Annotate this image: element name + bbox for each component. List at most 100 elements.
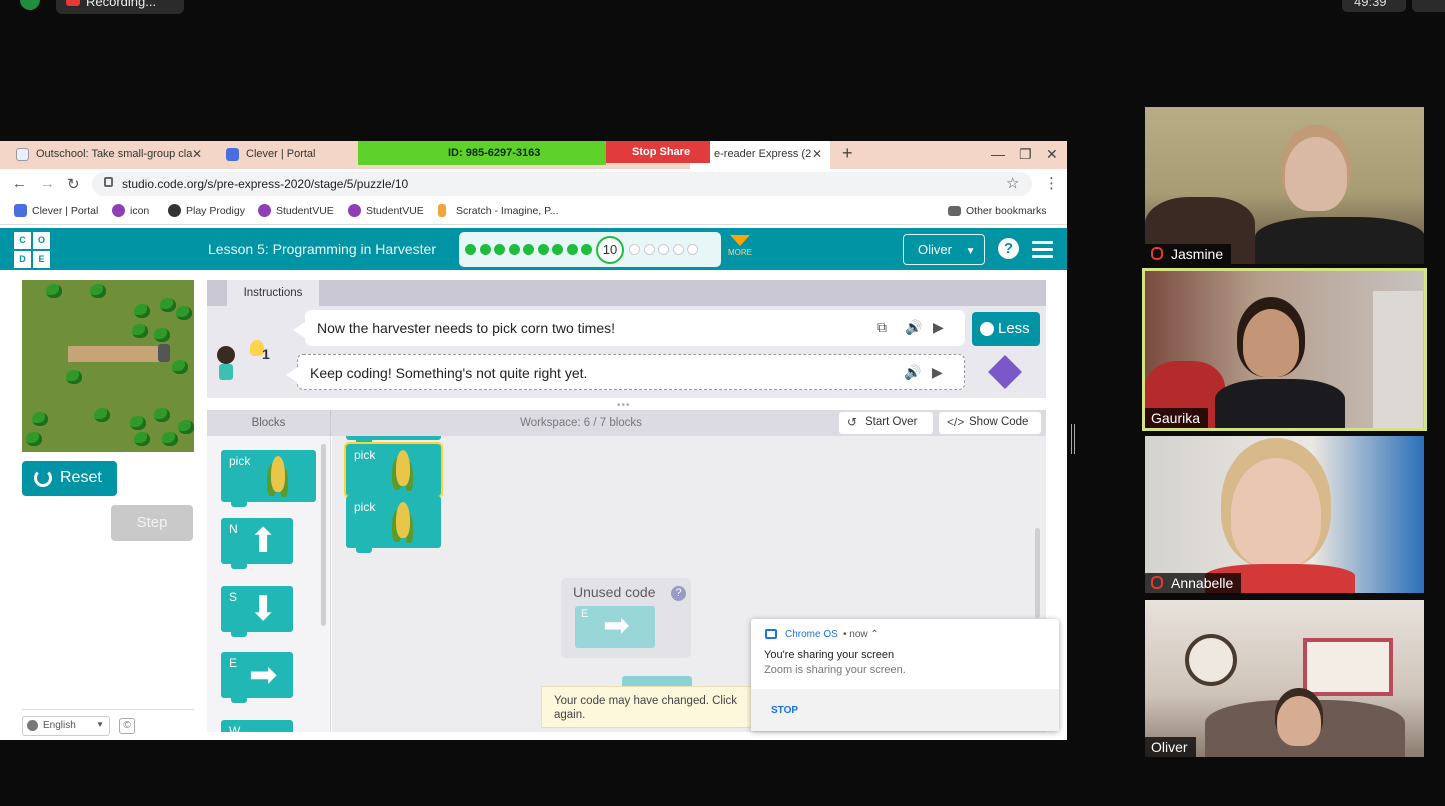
new-tab-button[interactable]: + <box>842 143 853 164</box>
maximize-icon[interactable]: ❐ <box>1019 146 1032 163</box>
dirt-path <box>68 346 164 362</box>
url-field[interactable]: studio.code.org/s/pre-express-2020/stage… <box>92 172 1032 196</box>
tree-icon <box>154 328 170 342</box>
stop-sharing-button[interactable]: STOP <box>771 705 798 716</box>
user-name: Oliver <box>918 242 952 257</box>
bookmark-clever[interactable]: Clever | Portal <box>14 204 98 217</box>
browser-menu-icon[interactable]: ⋮ <box>1044 174 1059 192</box>
remaining-puzzle-dot[interactable] <box>629 244 640 255</box>
toolbox-east-block[interactable]: E ➡ <box>221 652 293 703</box>
notification-title: You're sharing your screen <box>764 649 895 661</box>
harvester-game-map <box>22 280 194 452</box>
user-menu-dropdown[interactable]: Oliver ▼ <box>903 234 985 265</box>
workspace-scrollbar[interactable] <box>1035 528 1040 618</box>
speaker-icon[interactable]: 🔊 <box>905 319 922 336</box>
forward-icon[interactable]: → <box>40 175 55 192</box>
completed-puzzle-dot[interactable] <box>508 244 520 255</box>
play-icon[interactable]: ▶ <box>933 319 944 336</box>
close-tab-icon[interactable]: ✕ <box>192 147 202 161</box>
tab-code-org[interactable]: e-reader Express (2 ✕ <box>690 141 830 169</box>
completed-puzzle-dot[interactable] <box>465 244 476 255</box>
recording-indicator[interactable]: Recording... <box>56 0 184 14</box>
step-button[interactable]: Step <box>111 505 193 541</box>
video-tile-oliver[interactable]: Oliver <box>1145 600 1424 757</box>
program-pick-block[interactable]: pick <box>344 442 443 501</box>
less-button[interactable]: Less <box>972 312 1040 346</box>
hamburger-menu-icon[interactable] <box>1032 241 1053 262</box>
studentvue-icon <box>258 204 271 217</box>
close-tab-icon[interactable]: ✕ <box>812 147 822 161</box>
bookmark-icon[interactable]: icon <box>112 204 149 217</box>
more-button[interactable]: MORE <box>726 235 754 257</box>
instruction-text: Now the harvester needs to pick corn two… <box>317 320 616 336</box>
start-over-button[interactable]: ↺ Start Over <box>839 412 933 434</box>
toolbox-scrollbar[interactable] <box>321 444 326 626</box>
completed-puzzle-dot[interactable] <box>552 244 563 255</box>
tab-clever[interactable]: Clever | Portal <box>210 141 360 169</box>
block-label: pick <box>229 454 251 468</box>
code-org-logo[interactable]: C O D E <box>14 232 50 268</box>
harvester-character-icon <box>158 344 170 362</box>
view-toggle[interactable] <box>1412 0 1445 12</box>
minimize-icon[interactable]: — <box>991 146 1005 162</box>
scroll-diamond-icon[interactable] <box>988 355 1022 389</box>
play-icon[interactable]: ▶ <box>932 364 943 381</box>
toolbox-north-block[interactable]: N ⬆ <box>221 518 293 569</box>
translate-icon[interactable]: ⧉ <box>877 319 887 336</box>
logo-letter: C <box>14 232 31 249</box>
panel-resize-handle[interactable] <box>1071 424 1075 454</box>
help-icon[interactable]: ? <box>671 586 686 601</box>
video-tile-gaurika[interactable]: Gaurika <box>1142 268 1427 431</box>
help-icon[interactable]: ? <box>998 238 1019 259</box>
tree-icon <box>46 284 62 298</box>
back-icon[interactable]: ← <box>12 175 27 192</box>
meeting-id-bar[interactable]: ID: 985-6297-3163 <box>358 141 606 165</box>
completed-puzzle-dot[interactable] <box>566 244 578 255</box>
copyright-icon[interactable]: © <box>119 718 135 734</box>
notification-time[interactable]: • now ⌃ <box>843 629 879 640</box>
bookmark-prodigy[interactable]: Play Prodigy <box>168 204 245 217</box>
bookmark-studentvue-1[interactable]: StudentVUE <box>258 204 334 217</box>
footer-divider <box>22 709 194 710</box>
reset-button[interactable]: Reset <box>22 461 117 496</box>
code-icon: </> <box>947 415 965 429</box>
tree-icon <box>160 298 176 312</box>
bookmark-label: Play Prodigy <box>186 205 245 217</box>
remaining-puzzle-dot[interactable] <box>672 244 684 255</box>
current-puzzle-bubble[interactable]: 10 <box>596 236 624 264</box>
toolbox-south-block[interactable]: S ⬇ <box>221 586 293 637</box>
completed-puzzle-dot[interactable] <box>479 244 491 255</box>
stop-share-button[interactable]: Stop Share <box>606 141 710 163</box>
arrow-up-icon: ⬆ <box>249 522 278 560</box>
bookmark-studentvue-2[interactable]: StudentVUE <box>348 204 424 217</box>
bookmark-star-icon[interactable]: ☆ <box>1006 174 1019 192</box>
tab-instructions[interactable]: Instructions <box>227 280 319 306</box>
remaining-puzzle-dot[interactable] <box>687 244 698 255</box>
completed-puzzle-dot[interactable] <box>523 244 534 255</box>
toolbox-west-block[interactable]: W ⬅ <box>221 720 293 732</box>
unused-east-block[interactable]: E ➡ <box>575 606 655 648</box>
video-tile-jasmine[interactable]: Jasmine <box>1145 107 1424 264</box>
video-tile-annabelle[interactable]: Annabelle <box>1145 436 1424 593</box>
completed-puzzle-dot[interactable] <box>494 244 505 255</box>
other-bookmarks-folder[interactable]: Other bookmarks <box>948 205 1047 217</box>
bookmark-scratch[interactable]: Scratch - Imagine, P... <box>438 204 559 217</box>
show-code-button[interactable]: </> Show Code <box>939 412 1041 434</box>
remaining-puzzle-dot[interactable] <box>658 244 669 255</box>
close-window-icon[interactable]: ✕ <box>1046 146 1058 163</box>
toolbox-pick-block[interactable]: pick <box>221 450 316 507</box>
completed-puzzle-dot[interactable] <box>581 244 592 255</box>
unused-code-group[interactable]: Unused code ? E ➡ <box>561 578 691 658</box>
tab-outschool[interactable]: Outschool: Take small-group cla ✕ <box>0 141 210 169</box>
program-pick-block[interactable]: pick <box>346 496 441 553</box>
reload-icon[interactable]: ↻ <box>67 175 80 193</box>
lesson-title[interactable]: Lesson 5: Programming in Harvester <box>208 241 436 257</box>
language-select[interactable]: English ▼ <box>22 716 110 736</box>
security-shield-icon[interactable] <box>20 0 40 10</box>
when-run-block[interactable] <box>346 436 441 445</box>
participant-name-badge: Oliver <box>1145 737 1196 757</box>
completed-puzzle-dot[interactable] <box>537 244 549 255</box>
speaker-icon[interactable]: 🔊 <box>904 364 921 381</box>
caret-down-icon: ▼ <box>965 246 976 257</box>
remaining-puzzle-dot[interactable] <box>643 244 655 255</box>
